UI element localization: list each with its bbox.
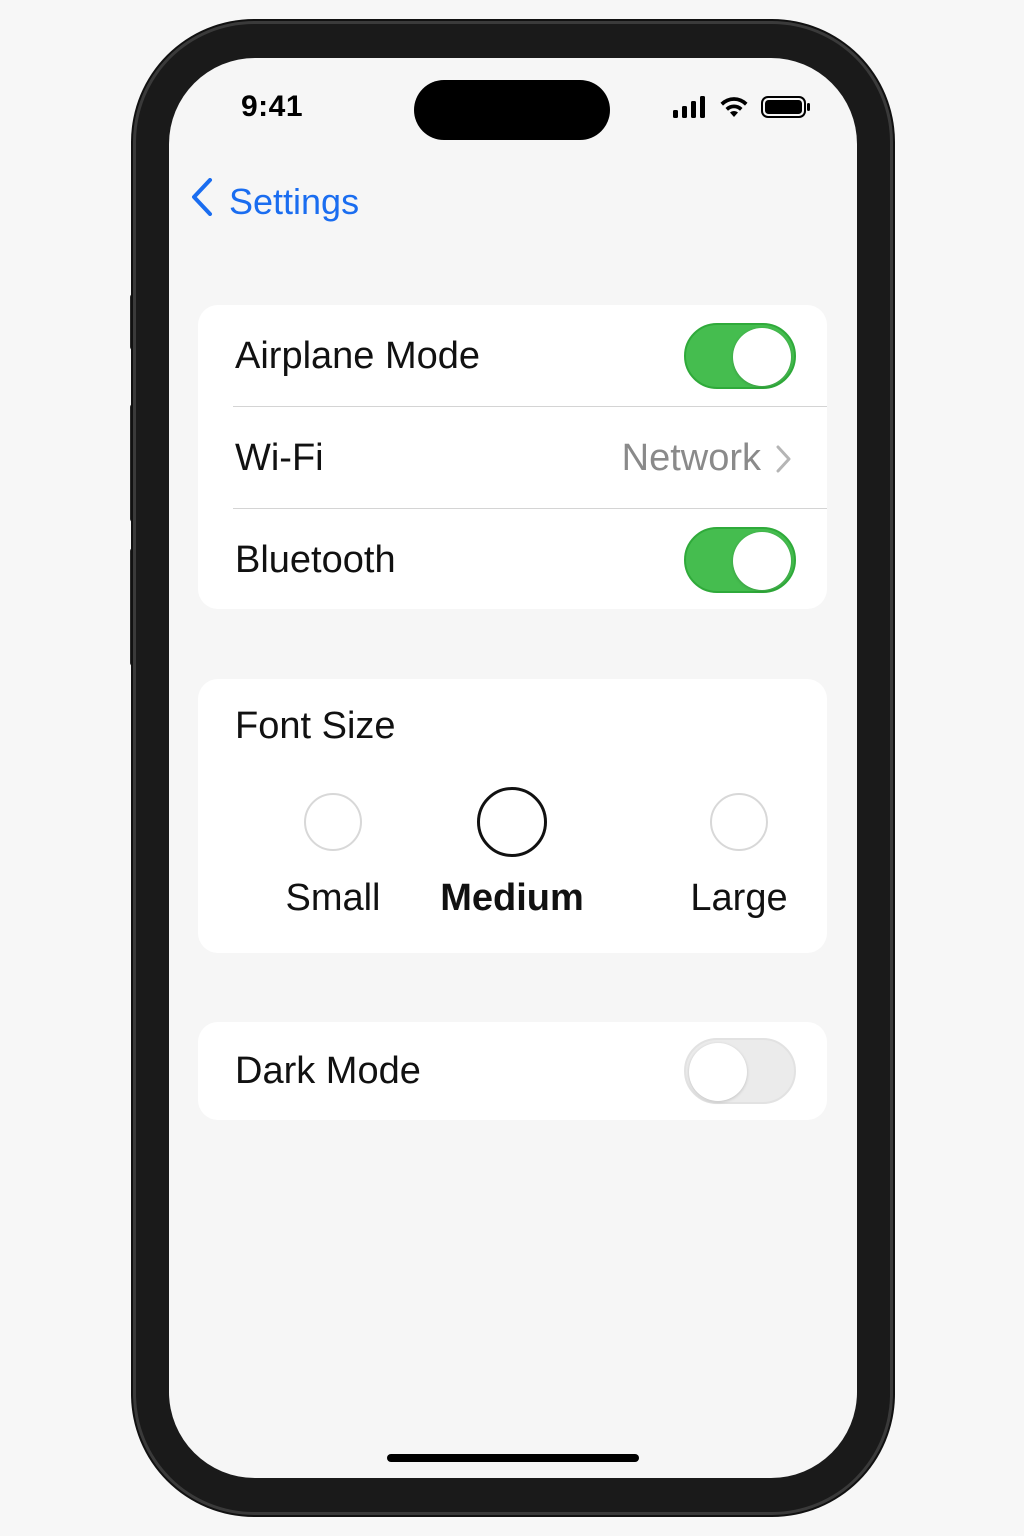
radio-button (304, 793, 362, 851)
radio-button (710, 793, 768, 851)
dark-mode-toggle[interactable] (684, 1038, 796, 1104)
battery-icon (761, 96, 811, 123)
appearance-card: Dark Mode (198, 1022, 827, 1120)
airplane-mode-toggle[interactable] (684, 323, 796, 389)
bluetooth-label: Bluetooth (235, 538, 396, 581)
font-size-option-large[interactable]: Large (664, 793, 814, 920)
option-label: Large (690, 877, 788, 919)
option-label: Small (285, 877, 381, 919)
dark-mode-label: Dark Mode (235, 1049, 421, 1092)
toggle-knob (733, 532, 791, 590)
bluetooth-toggle[interactable] (684, 527, 796, 593)
bluetooth-row: Bluetooth (198, 509, 827, 611)
back-label: Settings (229, 180, 360, 222)
chevron-left-icon (191, 178, 213, 225)
airplane-mode-row: Airplane Mode (198, 305, 827, 407)
dynamic-island (414, 80, 610, 140)
font-size-option-medium[interactable]: Medium (432, 787, 592, 920)
wifi-network-value: Network (621, 436, 761, 479)
font-size-option-small[interactable]: Small (258, 793, 408, 920)
radio-button-selected (477, 787, 547, 857)
wifi-icon (719, 96, 749, 123)
font-size-card: Font Size Small Medium Large (198, 679, 827, 953)
toggle-knob (733, 328, 791, 386)
option-label: Medium (440, 877, 584, 919)
back-button[interactable]: Settings (191, 178, 359, 225)
signal-icon (673, 96, 707, 123)
chevron-right-icon (775, 445, 791, 478)
device-frame: 9:41 Settings Airplane Mode Wi-Fi Networ… (0, 0, 1024, 1536)
dark-mode-row: Dark Mode (198, 1022, 827, 1120)
home-indicator[interactable] (387, 1454, 639, 1462)
wifi-label: Wi-Fi (235, 436, 324, 479)
font-size-title: Font Size (235, 705, 396, 747)
airplane-mode-label: Airplane Mode (235, 334, 481, 377)
status-time: 9:41 (241, 90, 304, 123)
wifi-row[interactable]: Wi-Fi Network (198, 407, 827, 509)
connectivity-card: Airplane Mode Wi-Fi Network Bluetooth (198, 305, 827, 609)
toggle-knob (689, 1043, 747, 1101)
status-icons (673, 96, 811, 123)
screen: 9:41 Settings Airplane Mode Wi-Fi Networ… (169, 58, 857, 1478)
